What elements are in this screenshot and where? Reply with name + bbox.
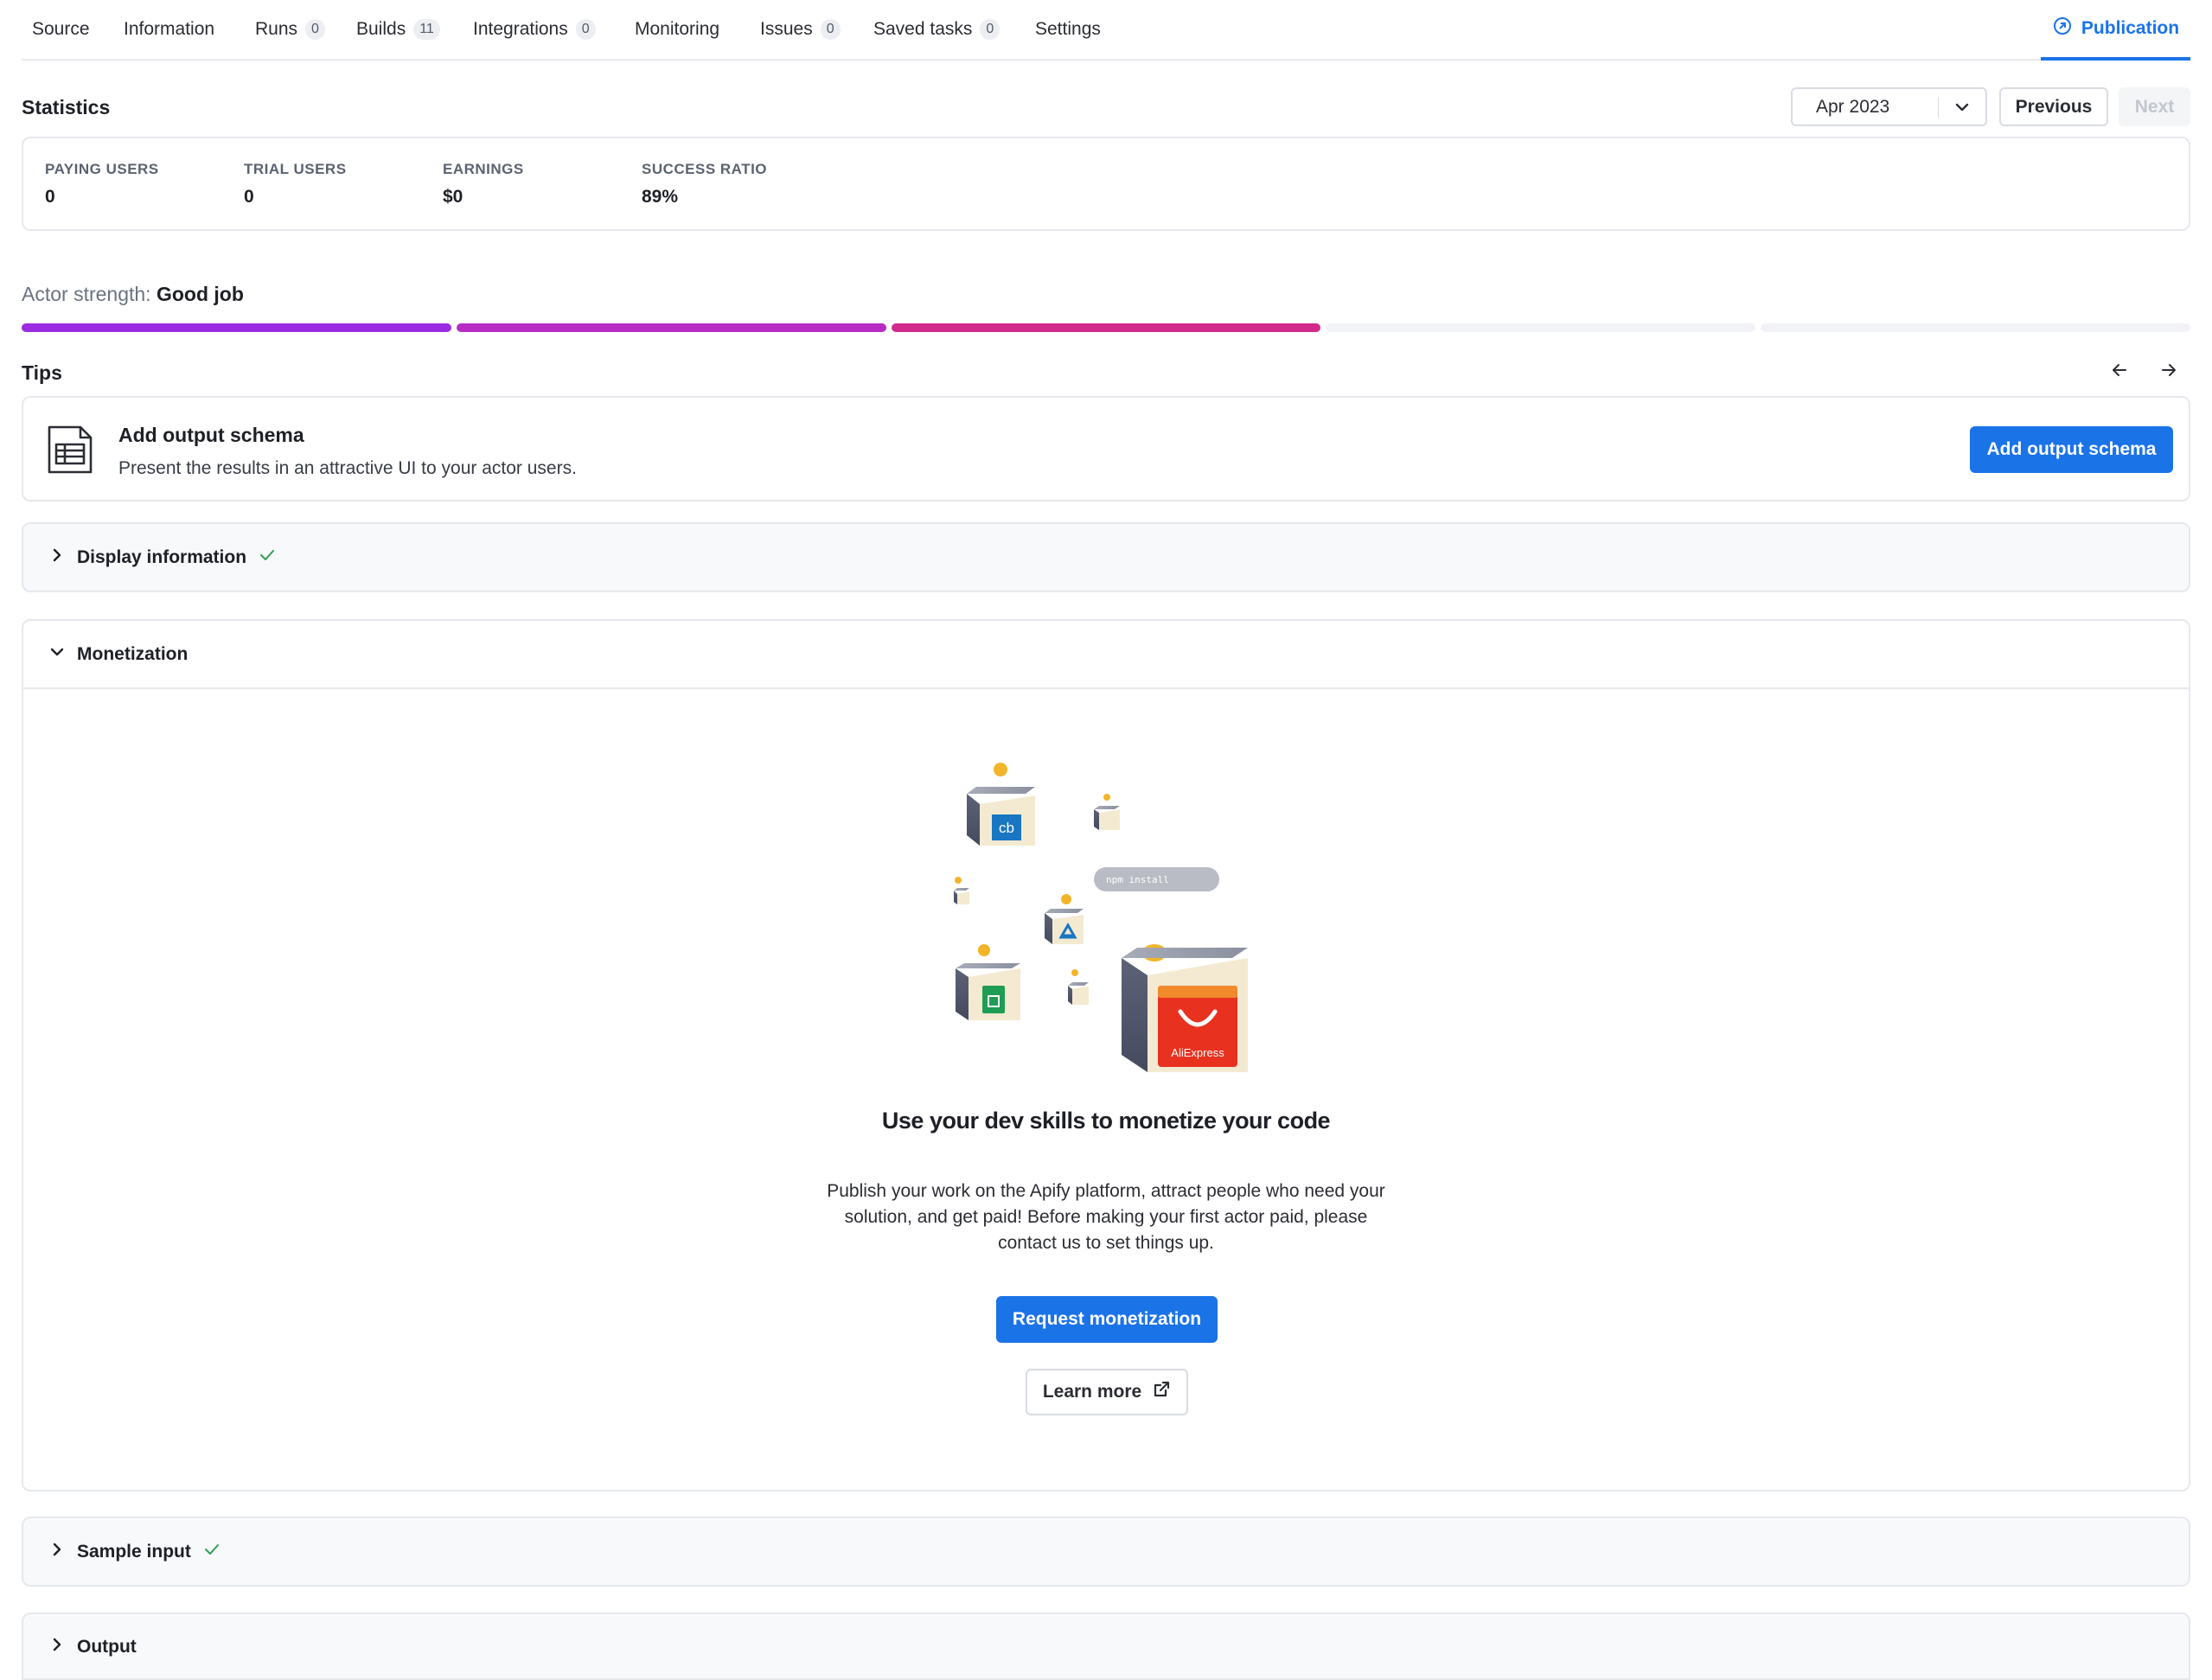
tab-settings[interactable]: Settings	[1035, 19, 1101, 40]
tab-label: Integrations	[473, 19, 568, 39]
aliexpress-box-icon: AliExpress	[1122, 944, 1248, 1072]
tab-information[interactable]: Information	[124, 19, 214, 40]
chevron-down-icon	[1939, 99, 1985, 116]
stat-value: 89%	[642, 187, 679, 207]
tips-title: Tips	[22, 361, 62, 384]
stat-label: PAYING USERS	[45, 161, 159, 177]
home-box-icon	[1045, 909, 1084, 944]
section-label: Display information	[77, 547, 247, 567]
cb-box-icon: cb	[967, 787, 1035, 846]
monetization-toggle[interactable]: Monetization	[23, 621, 2189, 689]
learn-more-label: Learn more	[1042, 1382, 1142, 1402]
display-information-section: Display information	[22, 522, 2190, 592]
strength-value: Good job	[156, 283, 244, 305]
tab-publication[interactable]: Publication	[2041, 0, 2190, 61]
strength-segment	[22, 323, 451, 332]
monetization-description: Publish your work on the Apify platform,…	[827, 1181, 1385, 1253]
tab-label: Builds	[356, 19, 406, 39]
tab-count-badge: 0	[980, 19, 1001, 40]
stat-success-ratio: SUCCESS RATIO 89%	[642, 161, 767, 208]
previous-button[interactable]: Previous	[1999, 87, 2108, 126]
tip-card: Add output schema Present the results in…	[22, 396, 2190, 501]
svg-text:cb: cb	[999, 820, 1014, 836]
stat-label: TRIAL USERS	[244, 161, 347, 177]
stat-paying-users: PAYING USERS 0	[45, 161, 159, 208]
chevron-right-icon	[49, 1542, 65, 1562]
tab-source[interactable]: Source	[32, 19, 90, 40]
actor-strength: Actor strength: Good job	[22, 283, 244, 306]
add-output-schema-button[interactable]: Add output schema	[1970, 426, 2173, 473]
external-link-icon	[1152, 1380, 1171, 1404]
tab-integrations[interactable]: Integrations 0	[473, 19, 596, 40]
check-icon	[259, 546, 276, 569]
arrow-right-icon	[2159, 361, 2178, 384]
month-select[interactable]: Apr 2023	[1791, 87, 1987, 126]
tab-saved-tasks[interactable]: Saved tasks 0	[873, 19, 1001, 40]
strength-segment	[1761, 323, 2190, 332]
tab-monitoring[interactable]: Monitoring	[635, 19, 719, 40]
tab-count-badge: 0	[575, 19, 596, 40]
monetization-illustration: cb npm install AliExpress	[921, 752, 1301, 1072]
top-tab-bar: Source Information Runs 0 Builds 11 Integr…	[22, 0, 2190, 61]
chevron-right-icon	[49, 1637, 65, 1658]
tips-previous-button[interactable]	[2107, 359, 2132, 385]
tab-count-badge: 0	[305, 19, 325, 40]
statistics-title: Statistics	[22, 96, 111, 118]
stat-label: EARNINGS	[443, 161, 524, 177]
svg-text:npm install: npm install	[1106, 874, 1169, 885]
strength-label: Actor strength:	[22, 283, 151, 305]
tips-next-button[interactable]	[2156, 359, 2182, 385]
learn-more-button[interactable]: Learn more	[1026, 1369, 1188, 1415]
spreadsheet-box-icon	[956, 963, 1020, 1020]
section-label: Monetization	[77, 643, 189, 664]
display-information-toggle[interactable]: Display information	[23, 524, 2189, 591]
strength-segment	[456, 323, 886, 332]
svg-text:AliExpress: AliExpress	[1171, 1046, 1224, 1059]
tab-count-badge: 11	[413, 19, 440, 40]
section-label: Output	[77, 1637, 137, 1657]
statistics-panel: PAYING USERS 0 TRIAL USERS 0 EARNINGS $0…	[22, 137, 2190, 231]
tip-title: Add output schema	[118, 424, 304, 446]
publish-icon	[2052, 16, 2073, 42]
tab-label: Issues	[760, 19, 813, 39]
tip-description: Present the results in an attractive UI …	[118, 458, 577, 478]
tab-label: Runs	[255, 19, 298, 39]
monetization-heading: Use your dev skills to monetize your cod…	[881, 1108, 1331, 1134]
stat-value: $0	[443, 187, 463, 207]
request-monetization-button[interactable]: Request monetization	[996, 1296, 1218, 1343]
next-button[interactable]: Next	[2119, 87, 2190, 126]
tab-label: Publication	[2081, 18, 2180, 38]
tab-label: Saved tasks	[873, 19, 973, 39]
tab-issues[interactable]: Issues 0	[760, 19, 841, 40]
stat-trial-users: TRIAL USERS 0	[244, 161, 347, 208]
tab-runs[interactable]: Runs 0	[255, 19, 325, 40]
stat-earnings: EARNINGS $0	[443, 161, 524, 208]
tab-label: Source	[32, 19, 90, 39]
strength-meter	[22, 323, 2190, 332]
section-label: Sample input	[77, 1542, 191, 1562]
strength-segment	[1326, 323, 1756, 332]
tab-builds[interactable]: Builds 11	[356, 19, 440, 40]
tab-label: Monitoring	[635, 19, 720, 39]
stat-value: 0	[45, 187, 55, 207]
arrow-left-icon	[2110, 361, 2129, 384]
stat-value: 0	[244, 187, 254, 207]
month-select-value: Apr 2023	[1816, 96, 1890, 117]
sample-input-section: Sample input	[22, 1517, 2190, 1587]
tab-count-badge: 0	[820, 19, 841, 40]
check-icon	[203, 1541, 221, 1563]
stat-label: SUCCESS RATIO	[642, 161, 768, 177]
chevron-down-icon	[49, 644, 65, 665]
output-section: Output	[22, 1613, 2190, 1680]
output-toggle[interactable]: Output	[23, 1614, 2189, 1680]
table-schema-icon	[44, 424, 96, 476]
tab-label: Information	[124, 19, 215, 39]
sample-input-toggle[interactable]: Sample input	[23, 1518, 2189, 1586]
strength-segment	[891, 323, 1321, 332]
chevron-right-icon	[49, 547, 65, 568]
tab-label: Settings	[1035, 19, 1101, 39]
